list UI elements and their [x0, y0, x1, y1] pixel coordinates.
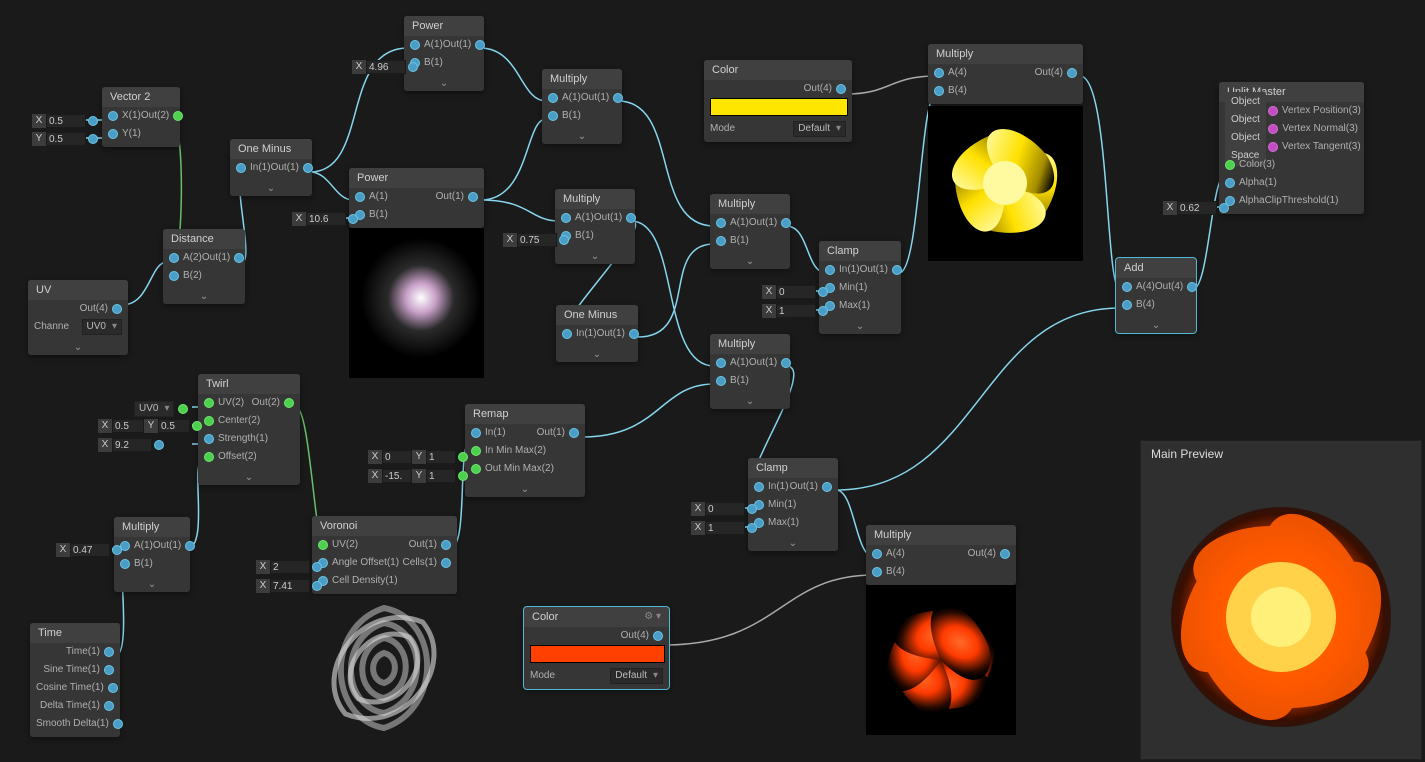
expand-icon[interactable]: ⌄ — [28, 340, 128, 355]
twirl-uv-select[interactable]: UV0 — [134, 401, 188, 417]
vector2-y-field[interactable]: Y — [32, 132, 98, 146]
node-multiply-orange[interactable]: Multiply A(4) Out(4) B(4) — [866, 525, 1016, 585]
mulmid-b-field[interactable]: X — [503, 233, 569, 247]
node-add[interactable]: Add A(4) Out(4) B(4) ⌄ — [1116, 258, 1196, 333]
color-swatch[interactable] — [530, 645, 665, 663]
mul-orange-preview — [866, 585, 1016, 735]
main-preview-image — [1141, 467, 1421, 755]
voronoi-preview — [312, 596, 457, 741]
mult-a-field[interactable]: X — [56, 543, 122, 557]
node-vector2[interactable]: Vector 2 X(1) Out(2) Y(1) — [102, 87, 180, 147]
alpha-clip-field[interactable]: X — [1163, 201, 1229, 215]
node-color-orange[interactable]: Color⚙ ▾ Out(4) Mode Default — [524, 607, 669, 689]
node-power-2[interactable]: Power A(1) Out(1) B(1) — [349, 168, 484, 228]
power2-preview — [349, 228, 484, 378]
vector2-x-field[interactable]: X — [32, 114, 98, 128]
twirl-cx[interactable]: X Y — [98, 419, 202, 433]
uv-channel-select[interactable]: UV0 — [82, 319, 122, 335]
node-multiply-r1[interactable]: Multiply A(1) Out(1) B(1) ⌄ — [710, 194, 790, 269]
node-twirl[interactable]: Twirl UV(2) Out(2) Center(2) Strength(1)… — [198, 374, 300, 485]
preview-title: Main Preview — [1141, 441, 1421, 467]
node-voronoi[interactable]: Voronoi UV(2) Out(1) Angle Offset(1) Cel… — [312, 516, 457, 594]
node-time[interactable]: Time Time(1) Sine Time(1) Cosine Time(1)… — [30, 623, 120, 737]
node-clamp-2[interactable]: Clamp In(1) Out(1) Min(1) Max(1) ⌄ — [748, 458, 838, 551]
node-uv[interactable]: UV Out(4) Channe UV0 ⌄ — [28, 280, 128, 355]
main-preview-panel[interactable]: Main Preview — [1140, 440, 1422, 760]
node-multiply-yellow[interactable]: Multiply A(4) Out(4) B(4) — [928, 44, 1083, 104]
node-multiply-mid[interactable]: Multiply A(1) Out(1) B(1) ⌄ — [555, 189, 635, 264]
remap-inmm[interactable]: X Y — [368, 450, 468, 464]
node-multiply-r2[interactable]: Multiply A(1) Out(1) B(1) ⌄ — [710, 334, 790, 409]
node-unlit-master[interactable]: Unlit Master Object SpaceVertex Position… — [1219, 82, 1364, 214]
color-mode-select[interactable]: Default — [793, 121, 846, 137]
clamp2-min-field[interactable]: X — [691, 502, 757, 516]
voronoi-angle-field[interactable]: X — [256, 560, 322, 574]
power2-b-field[interactable]: X — [292, 212, 358, 226]
node-one-minus[interactable]: One Minus In(1) Out(1) ⌄ — [230, 139, 312, 196]
node-distance[interactable]: Distance A(2) Out(1) B(2) ⌄ — [163, 229, 245, 304]
color-mode-select[interactable]: Default — [610, 668, 663, 684]
twirl-strength[interactable]: X — [98, 438, 164, 452]
color-swatch[interactable] — [710, 98, 848, 116]
clamp1-min-field[interactable]: X — [762, 285, 828, 299]
clamp1-max-field[interactable]: X — [762, 304, 828, 318]
node-multiply-top[interactable]: Multiply A(1) Out(1) B(1) ⌄ — [542, 69, 622, 144]
mul-yellow-preview — [928, 106, 1083, 261]
clamp2-max-field[interactable]: X — [691, 521, 757, 535]
node-multiply-time[interactable]: Multiply A(1) Out(1) B(1) ⌄ — [114, 517, 190, 592]
node-title: UV — [28, 280, 128, 300]
node-clamp-1[interactable]: Clamp In(1) Out(1) Min(1) Max(1) ⌄ — [819, 241, 901, 334]
port-out[interactable] — [112, 304, 122, 314]
node-one-minus-2[interactable]: One Minus In(1) Out(1) ⌄ — [556, 305, 638, 362]
voronoi-dens-field[interactable]: X — [256, 579, 322, 593]
power1-b-field[interactable]: X — [352, 60, 418, 74]
node-color-yellow[interactable]: Color Out(4) Mode Default — [704, 60, 852, 142]
node-power-1[interactable]: Power A(1) Out(1) B(1) ⌄ — [404, 16, 484, 91]
node-remap[interactable]: Remap In(1) Out(1) In Min Max(2) Out Min… — [465, 404, 585, 497]
remap-outmm[interactable]: X Y — [368, 469, 468, 483]
gear-icon[interactable]: ⚙ ▾ — [644, 611, 661, 622]
